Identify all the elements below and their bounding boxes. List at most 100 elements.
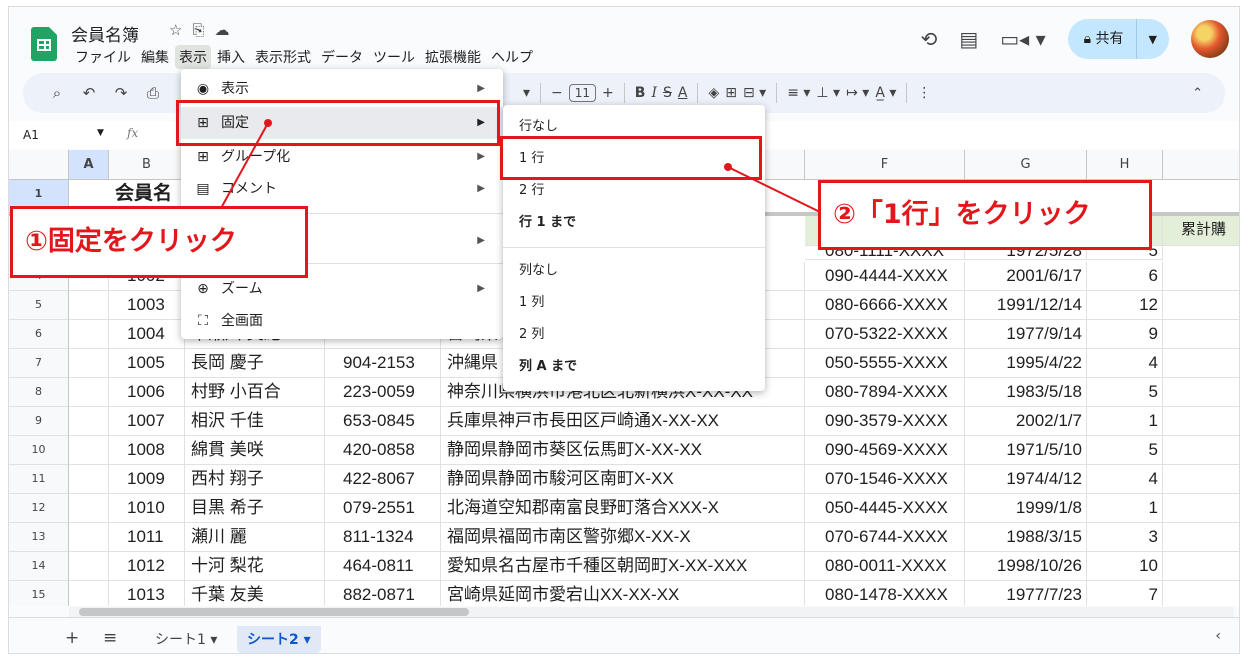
row-header[interactable]: 14 [9, 552, 69, 581]
cell-id[interactable]: 1012 [109, 552, 185, 581]
cell-birth[interactable]: 1971/5/10 [965, 436, 1087, 465]
cell-phone[interactable]: 090-4444-XXXX [805, 262, 965, 291]
cell-phone[interactable]: 090-4569-XXXX [805, 436, 965, 465]
cell-empty[interactable] [69, 378, 109, 407]
decrease-font-icon[interactable]: − [551, 85, 563, 101]
cell-addr[interactable]: 北海道空知郡南富良野町落合XXX-X [441, 494, 805, 523]
cell-addr[interactable]: 愛知県名古屋市千種区朝岡町X-XX-XXX [441, 552, 805, 581]
cell-empty[interactable] [69, 436, 109, 465]
search-icon[interactable]: ⌕ [41, 84, 73, 102]
cell-empty[interactable] [1163, 407, 1239, 436]
history-icon[interactable]: ⟲ [921, 27, 938, 51]
cell-empty[interactable] [1163, 581, 1239, 606]
text-color-button[interactable]: A [678, 85, 688, 101]
cell-empty[interactable] [69, 320, 109, 349]
cloud-status-icon[interactable]: ☁ [214, 21, 229, 39]
cell-count[interactable]: 9 [1087, 320, 1163, 349]
view-menu-item-fullscreen[interactable]: ⛶ 全画面 [181, 305, 503, 337]
cell-id[interactable]: 1005 [109, 349, 185, 378]
cell-phone[interactable]: 070-1546-XXXX [805, 465, 965, 494]
menu-file[interactable]: ファイル [71, 45, 135, 69]
cell-id[interactable]: 1010 [109, 494, 185, 523]
collapse-toolbar-icon[interactable]: ⌃ [1192, 86, 1203, 101]
cell-birth[interactable]: 2002/1/7 [965, 407, 1087, 436]
horizontal-align-icon[interactable]: ≡ ▾ [787, 85, 810, 101]
comments-icon[interactable]: ▤ [959, 27, 978, 51]
name-box-dropdown-icon[interactable]: ▼ [97, 128, 104, 138]
cell-zip[interactable]: 464-0811 [325, 552, 441, 581]
cell-birth[interactable]: 1998/10/26 [965, 552, 1087, 581]
header-cell-cumulative[interactable]: 累計購 [1163, 216, 1239, 246]
more-options-icon[interactable]: ⋮ [917, 85, 931, 101]
freeze-up-to-row[interactable]: 行 1 まで [503, 207, 765, 239]
cell-empty[interactable] [69, 407, 109, 436]
document-title[interactable]: 会員名簿 [71, 21, 139, 46]
cell-birth[interactable]: 1995/4/22 [965, 349, 1087, 378]
meet-icon[interactable]: ▭◂ ▾ [1000, 27, 1045, 51]
cell-birth[interactable]: 1977/9/14 [965, 320, 1087, 349]
cell-phone[interactable]: 070-5322-XXXX [805, 320, 965, 349]
cell-name[interactable]: 村野 小百合 [185, 378, 325, 407]
cell-name[interactable]: 長岡 慶子 [185, 349, 325, 378]
cell-id[interactable]: 1011 [109, 523, 185, 552]
cell-addr[interactable]: 宮崎県延岡市愛宕山XX-XX-XX [441, 581, 805, 606]
horizontal-scrollbar-thumb[interactable] [79, 608, 469, 616]
column-header-b[interactable]: B [109, 150, 185, 180]
cell-empty[interactable] [1163, 349, 1239, 378]
menu-edit[interactable]: 編集 [137, 45, 173, 69]
cell-id[interactable]: 1006 [109, 378, 185, 407]
cell-count[interactable]: 10 [1087, 552, 1163, 581]
cell-zip[interactable]: 653-0845 [325, 407, 441, 436]
chevron-down-icon[interactable]: ▾ [304, 632, 311, 648]
cell-name[interactable]: 西村 翔子 [185, 465, 325, 494]
cell-name[interactable]: 瀬川 麗 [185, 523, 325, 552]
cell-name[interactable]: 相沢 千佳 [185, 407, 325, 436]
undo-icon[interactable]: ↶ [73, 84, 105, 102]
cell-count[interactable]: 4 [1087, 465, 1163, 494]
cell-count[interactable]: 5 [1087, 378, 1163, 407]
cell-empty[interactable] [69, 494, 109, 523]
freeze-no-columns[interactable]: 列なし [503, 255, 765, 287]
view-menu-item-comments[interactable]: ▤ コメント ▶ [181, 173, 503, 205]
cell-birth[interactable]: 1991/12/14 [965, 291, 1087, 320]
cell-id[interactable]: 1013 [109, 581, 185, 606]
cell-birth[interactable]: 1999/1/8 [965, 494, 1087, 523]
column-header-h[interactable]: H [1087, 150, 1163, 180]
row-header[interactable]: 12 [9, 494, 69, 523]
row-header[interactable]: 13 [9, 523, 69, 552]
cell-zip[interactable]: 223-0059 [325, 378, 441, 407]
cell-phone[interactable]: 070-6744-XXXX [805, 523, 965, 552]
menu-help[interactable]: ヘルプ [487, 45, 537, 69]
strikethrough-icon[interactable]: S [663, 85, 672, 101]
cell-id[interactable]: 1003 [109, 291, 185, 320]
bold-button[interactable]: B [635, 85, 646, 101]
share-button[interactable]: 🔒︎ 共有 ▼ [1067, 19, 1169, 59]
row-header[interactable]: 11 [9, 465, 69, 494]
vertical-align-icon[interactable]: ⊥ ▾ [816, 85, 840, 101]
cell-phone[interactable]: 080-7894-XXXX [805, 378, 965, 407]
freeze-2-columns[interactable]: 2 列 [503, 319, 765, 351]
corner-select-all[interactable] [9, 150, 69, 180]
cell-empty[interactable] [1163, 262, 1239, 291]
chevron-down-icon[interactable]: ▾ [210, 632, 217, 648]
cell-addr[interactable]: 福岡県福岡市南区警弥郷X-XX-X [441, 523, 805, 552]
cell-name[interactable]: 十河 梨花 [185, 552, 325, 581]
row-header[interactable]: 5 [9, 291, 69, 320]
italic-button[interactable]: I [651, 85, 657, 101]
share-dropdown-icon[interactable]: ▼ [1137, 33, 1169, 46]
star-icon[interactable]: ☆ [169, 21, 182, 39]
cell-empty[interactable] [1163, 523, 1239, 552]
menu-format[interactable]: 表示形式 [251, 45, 315, 69]
add-sheet-icon[interactable]: + [65, 628, 79, 648]
cell-empty[interactable] [69, 523, 109, 552]
sheets-logo-icon[interactable] [31, 27, 57, 61]
cell-id[interactable]: 1008 [109, 436, 185, 465]
cell-zip[interactable]: 811-1324 [325, 523, 441, 552]
row-header[interactable]: 10 [9, 436, 69, 465]
borders-icon[interactable]: ⊞ [725, 85, 737, 101]
cell-name[interactable]: 千葉 友美 [185, 581, 325, 606]
cell-empty[interactable] [1163, 552, 1239, 581]
row-header[interactable]: 6 [9, 320, 69, 349]
cell-birth[interactable]: 1974/4/12 [965, 465, 1087, 494]
cell-zip[interactable]: 904-2153 [325, 349, 441, 378]
